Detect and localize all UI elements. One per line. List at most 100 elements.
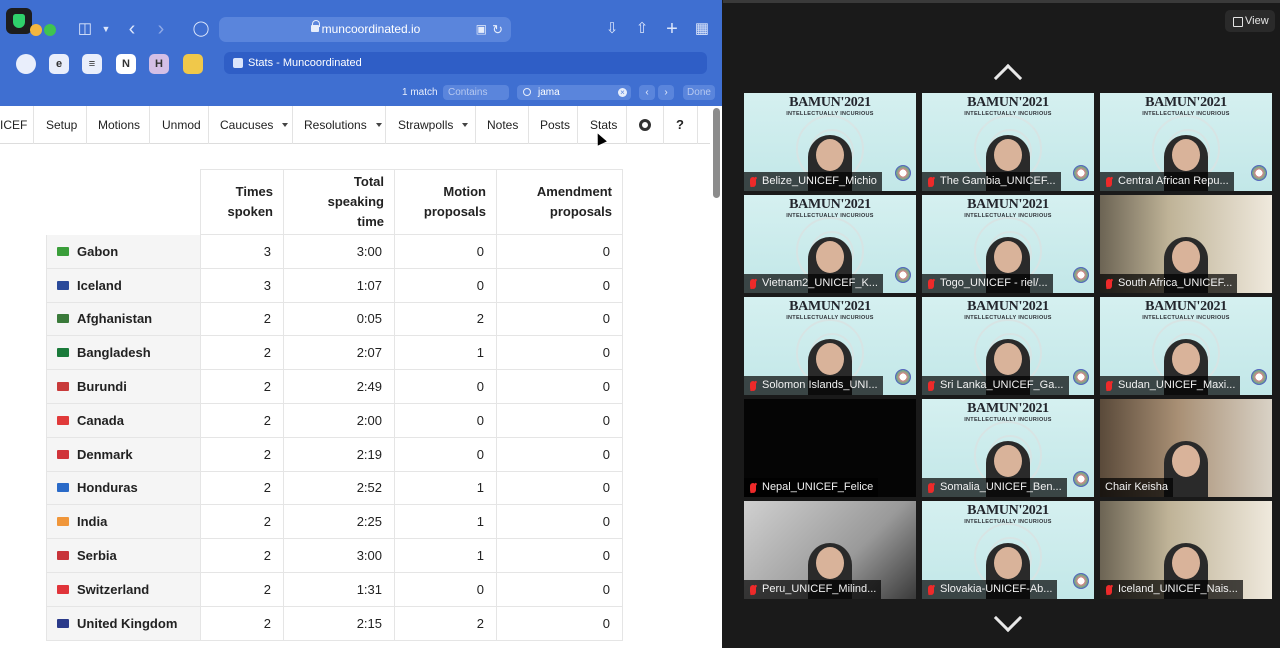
tab-stats-muncoordinated[interactable]: Stats - Muncoordinated: [224, 52, 707, 74]
country-name: Afghanistan: [77, 311, 153, 327]
privacy-shield-icon[interactable]: ◯: [191, 20, 211, 38]
participant-tile[interactable]: BAMUN'2021 INTELLECTUALLY INCURIOUS Centra…: [1100, 93, 1272, 191]
flag-icon: [57, 449, 69, 459]
tab-overview-icon[interactable]: ▦: [692, 20, 712, 38]
participant-name: Central African Repu...: [1118, 175, 1229, 187]
download-icon[interactable]: ⇩: [602, 20, 622, 38]
speaking-time-cell: 1:31: [283, 572, 395, 607]
motion-proposals-cell: 0: [394, 369, 497, 404]
participant-tile[interactable]: Iceland_UNICEF_Nais...: [1100, 501, 1272, 599]
participant-tile[interactable]: BAMUN'2021 INTELLECTUALLY INCURIOUS The Ga…: [922, 93, 1094, 191]
participant-tile[interactable]: BAMUN'2021 INTELLECTUALLY INCURIOUS Sri La…: [922, 297, 1094, 395]
reader-icon[interactable]: ≡: [82, 54, 102, 74]
motion-proposals-cell: 1: [394, 335, 497, 371]
participant-name-label: The Gambia_UNICEF...: [922, 172, 1061, 191]
reload-icon[interactable]: ↻: [492, 17, 503, 42]
vpn-shield-icon[interactable]: [6, 8, 32, 34]
flag-icon: [57, 551, 69, 561]
clear-search-icon[interactable]: ×: [618, 88, 627, 97]
page-scrollbar[interactable]: [712, 108, 720, 648]
menu-caucuses[interactable]: Caucuses: [220, 106, 289, 144]
participant-tile[interactable]: BAMUN'2021 INTELLECTUALLY INCURIOUS Somali…: [922, 399, 1094, 497]
forward-button[interactable]: ›: [151, 19, 171, 39]
flag-icon: [57, 314, 69, 324]
new-tab-button[interactable]: +: [662, 19, 682, 39]
flag-icon: [57, 618, 69, 628]
unicef-logo-icon: [1073, 165, 1089, 181]
back-button[interactable]: ‹: [122, 19, 142, 39]
minimize-window-button[interactable]: [30, 24, 42, 36]
muted-mic-icon: [750, 585, 756, 595]
participant-tile[interactable]: Chair Keisha: [1100, 399, 1272, 497]
menu-posts[interactable]: Posts: [540, 106, 570, 144]
participant-tile[interactable]: BAMUN'2021 INTELLECTUALLY INCURIOUS Togo_U…: [922, 195, 1094, 293]
participant-name-label: Iceland_UNICEF_Nais...: [1100, 580, 1243, 599]
menu-setup[interactable]: Setup: [46, 106, 77, 144]
notion-icon[interactable]: N: [116, 54, 136, 74]
h-icon[interactable]: H: [149, 54, 169, 74]
table-row: Honduras 2 2:52 1 0: [46, 471, 623, 506]
menu-motions[interactable]: Motions: [98, 106, 140, 144]
table-row: Denmark 2 2:19 0 0: [46, 437, 623, 472]
help-button[interactable]: ?: [676, 106, 684, 144]
participant-tile[interactable]: South Africa_UNICEF...: [1100, 195, 1272, 293]
menu-notes[interactable]: Notes: [487, 106, 518, 144]
country-cell: Bangladesh: [46, 335, 201, 371]
participant-name: South Africa_UNICEF...: [1118, 277, 1233, 289]
safari-icon[interactable]: [16, 54, 36, 74]
amendment-proposals-cell: 0: [496, 437, 623, 472]
find-input[interactable]: jama ×: [517, 85, 631, 100]
background-brand: BAMUN'2021: [967, 401, 1049, 416]
speaking-time-cell: 2:00: [283, 403, 395, 438]
participant-name-label: Nepal_UNICEF_Felice: [744, 478, 879, 497]
participant-name-label: South Africa_UNICEF...: [1100, 274, 1238, 293]
unicef-logo-icon: [895, 369, 911, 385]
find-previous-button[interactable]: ‹: [639, 85, 655, 100]
zoom-window-button[interactable]: [44, 24, 56, 36]
amendment-proposals-cell: 0: [496, 234, 623, 269]
participant-tile[interactable]: BAMUN'2021 INTELLECTUALLY INCURIOUS Belize…: [744, 93, 916, 191]
menu-resolutions[interactable]: Resolutions: [304, 106, 382, 144]
participant-tile[interactable]: BAMUN'2021 INTELLECTUALLY INCURIOUS Solomo…: [744, 297, 916, 395]
translate-icon[interactable]: ▣: [476, 17, 487, 42]
find-mode-select[interactable]: Contains: [443, 85, 509, 100]
participant-name-label: Sudan_UNICEF_Maxi...: [1100, 376, 1241, 395]
chart-icon[interactable]: [183, 54, 203, 74]
muted-mic-icon: [928, 585, 934, 595]
participant-name: The Gambia_UNICEF...: [940, 175, 1056, 187]
speaking-time-cell: 2:49: [283, 369, 395, 404]
sidebar-icon[interactable]: ◫: [75, 20, 95, 38]
find-done-button[interactable]: Done: [683, 85, 715, 100]
share-icon[interactable]: ⇧: [632, 20, 652, 38]
times-spoken-cell: 2: [200, 538, 284, 573]
menu-strawpolls[interactable]: Strawpolls: [398, 106, 469, 144]
country-cell: United Kingdom: [46, 606, 201, 641]
chevron-down-icon[interactable]: ▼: [96, 20, 116, 38]
participant-name: Solomon Islands_UNI...: [762, 379, 878, 391]
motion-proposals-cell: 1: [394, 504, 497, 540]
scrollbar-thumb[interactable]: [713, 108, 720, 198]
participant-name: Chair Keisha: [1105, 481, 1168, 493]
menu-unmod[interactable]: Unmod: [162, 106, 201, 144]
view-button[interactable]: View: [1225, 10, 1275, 32]
speaking-time-cell: 2:25: [283, 504, 395, 540]
participant-name: Iceland_UNICEF_Nais...: [1118, 583, 1238, 595]
country-name: Serbia: [77, 548, 117, 564]
find-next-button[interactable]: ›: [658, 85, 674, 100]
participant-tile[interactable]: BAMUN'2021 INTELLECTUALLY INCURIOUS Slovak…: [922, 501, 1094, 599]
chevron-down-icon[interactable]: [993, 603, 1023, 633]
menu-committee[interactable]: ICEF: [0, 106, 27, 144]
participant-tile[interactable]: BAMUN'2021 INTELLECTUALLY INCURIOUS Vietna…: [744, 195, 916, 293]
settings-gear-icon[interactable]: [639, 119, 651, 131]
background-subtitle: INTELLECTUALLY INCURIOUS: [964, 213, 1052, 219]
chevron-up-icon[interactable]: [993, 63, 1023, 93]
participant-name: Togo_UNICEF - riel/...: [940, 277, 1048, 289]
participant-tile[interactable]: Peru_UNICEF_Milind...: [744, 501, 916, 599]
background-subtitle: INTELLECTUALLY INCURIOUS: [964, 417, 1052, 423]
tab-favicon-icon: [233, 58, 243, 68]
e-icon[interactable]: e: [49, 54, 69, 74]
participant-tile[interactable]: BAMUN'2021 INTELLECTUALLY INCURIOUS Sudan_…: [1100, 297, 1272, 395]
participant-tile[interactable]: Nepal_UNICEF_Felice: [744, 399, 916, 497]
background-subtitle: INTELLECTUALLY INCURIOUS: [964, 519, 1052, 525]
address-bar[interactable]: muncoordinated.io ▣ ↻: [219, 17, 511, 42]
